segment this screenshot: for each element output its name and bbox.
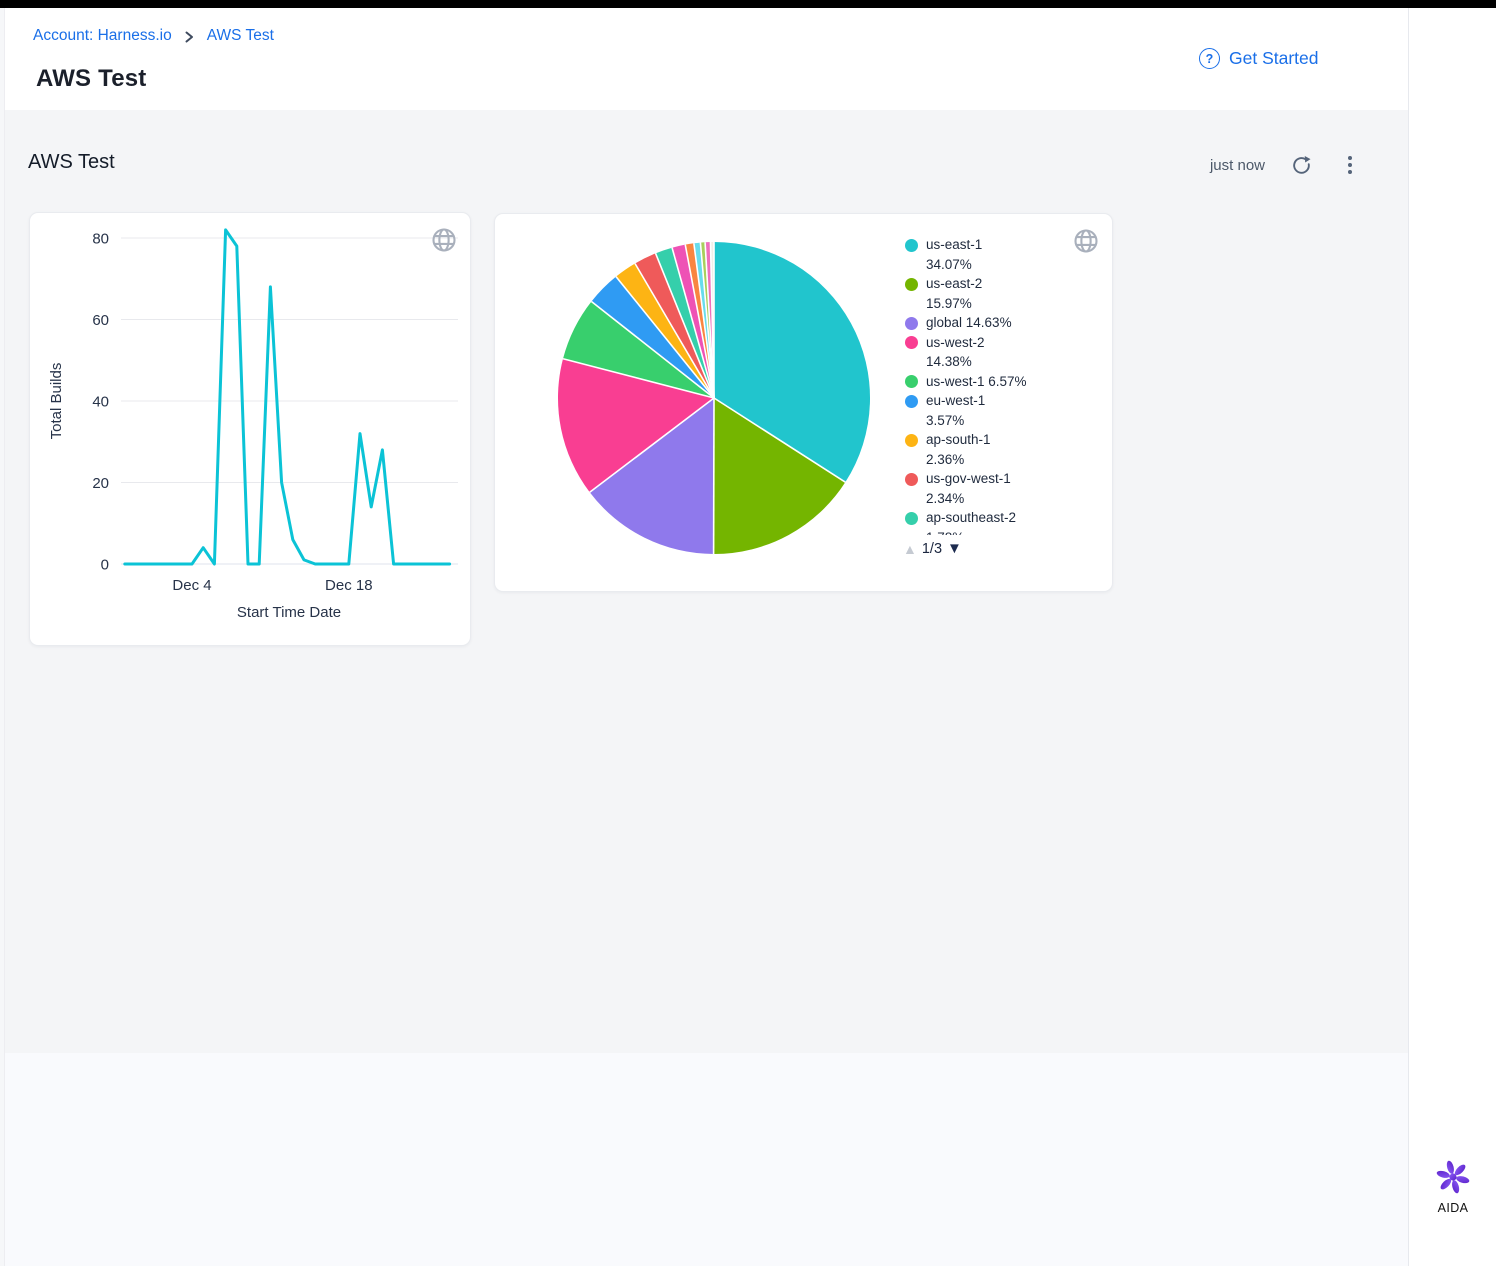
- breadcrumb: Account: Harness.io AWS Test: [33, 27, 274, 45]
- legend-swatch: [905, 336, 918, 349]
- legend-item[interactable]: us-west-2 14.38%: [905, 333, 1027, 372]
- chevron-right-icon: [184, 31, 195, 43]
- legend-label: us-east-2 15.97%: [926, 274, 1027, 313]
- y-tick-label: 60: [92, 312, 109, 329]
- y-axis-title: Total Builds: [48, 363, 65, 440]
- y-tick-label: 40: [92, 394, 109, 411]
- dashboard-area: AWS Test just now 0 20 40 60 80 Dec 4 Dec 18 To…: [5, 110, 1408, 1053]
- legend-swatch: [905, 512, 918, 525]
- kebab-icon: [1340, 154, 1360, 176]
- total-builds-card: 0 20 40 60 80 Dec 4 Dec 18 Total Builds Start Ti…: [29, 212, 471, 646]
- legend-item[interactable]: ap-southeast-2 1.78%: [905, 508, 1027, 535]
- dashboard-controls: just now: [1210, 152, 1362, 178]
- legend-item[interactable]: eu-west-1 3.57%: [905, 391, 1027, 430]
- right-rail: AIDA: [1408, 8, 1496, 1266]
- legend-swatch: [905, 239, 918, 252]
- aida-label: AIDA: [1438, 1201, 1469, 1215]
- question-icon: [1199, 48, 1220, 69]
- legend-swatch: [905, 317, 918, 330]
- y-tick-label: 80: [92, 231, 109, 248]
- x-tick-label: Dec 18: [325, 577, 373, 594]
- pagination-page-label: 1/3: [922, 541, 942, 557]
- builds-series-line: [125, 230, 450, 564]
- legend-swatch: [905, 375, 918, 388]
- legend-label: eu-west-1 3.57%: [926, 391, 1027, 430]
- total-builds-line-chart: 0 20 40 60 80 Dec 4 Dec 18 Total Builds Start Ti…: [30, 213, 470, 645]
- pie-legend: us-east-1 34.07%us-east-2 15.97%global 1…: [905, 235, 1027, 535]
- legend-label: global 14.63%: [926, 313, 1012, 333]
- legend-label: us-east-1 34.07%: [926, 235, 1027, 274]
- bottom-area: [5, 1053, 1408, 1266]
- globe-icon[interactable]: [430, 226, 458, 254]
- more-options-button[interactable]: [1338, 152, 1362, 178]
- legend-pagination: 1/3: [903, 540, 962, 557]
- page-header: Account: Harness.io AWS Test AWS Test Ge…: [5, 8, 1496, 110]
- legend-label: us-west-1 6.57%: [926, 372, 1027, 392]
- aida-icon: [1436, 1160, 1470, 1194]
- get-started-label: Get Started: [1229, 48, 1319, 69]
- y-tick-label: 0: [101, 557, 109, 574]
- top-black-bar: [0, 0, 1496, 8]
- y-tick-label: 20: [92, 475, 109, 492]
- pagination-up-icon[interactable]: [903, 541, 917, 557]
- legend-label: us-gov-west-1 2.34%: [926, 469, 1027, 508]
- legend-swatch: [905, 473, 918, 486]
- breadcrumb-current-link[interactable]: AWS Test: [207, 27, 274, 45]
- legend-item[interactable]: ap-south-1 2.36%: [905, 430, 1027, 469]
- pagination-down-icon[interactable]: [947, 540, 962, 557]
- legend-item[interactable]: us-gov-west-1 2.34%: [905, 469, 1027, 508]
- legend-item[interactable]: us-east-1 34.07%: [905, 235, 1027, 274]
- refresh-timestamp: just now: [1210, 157, 1265, 174]
- legend-label: ap-southeast-2 1.78%: [926, 508, 1027, 535]
- legend-item[interactable]: us-east-2 15.97%: [905, 274, 1027, 313]
- x-tick-label: Dec 4: [172, 577, 211, 594]
- legend-label: ap-south-1 2.36%: [926, 430, 1027, 469]
- page-title: AWS Test: [36, 65, 147, 93]
- get-started-link[interactable]: Get Started: [1199, 48, 1319, 69]
- legend-swatch: [905, 434, 918, 447]
- legend-swatch: [905, 395, 918, 408]
- globe-icon[interactable]: [1072, 227, 1100, 255]
- legend-item[interactable]: us-west-1 6.57%: [905, 372, 1027, 392]
- regions-pie-card: us-east-1 34.07%us-east-2 15.97%global 1…: [494, 213, 1113, 592]
- x-axis-title: Start Time Date: [237, 604, 341, 621]
- aida-widget[interactable]: AIDA: [1409, 1160, 1496, 1215]
- dashboard-title: AWS Test: [28, 151, 115, 174]
- breadcrumb-account-link[interactable]: Account: Harness.io: [33, 27, 172, 45]
- legend-item[interactable]: global 14.63%: [905, 313, 1027, 333]
- legend-label: us-west-2 14.38%: [926, 333, 1027, 372]
- legend-swatch: [905, 278, 918, 291]
- refresh-icon: [1291, 155, 1312, 176]
- refresh-button[interactable]: [1289, 153, 1314, 178]
